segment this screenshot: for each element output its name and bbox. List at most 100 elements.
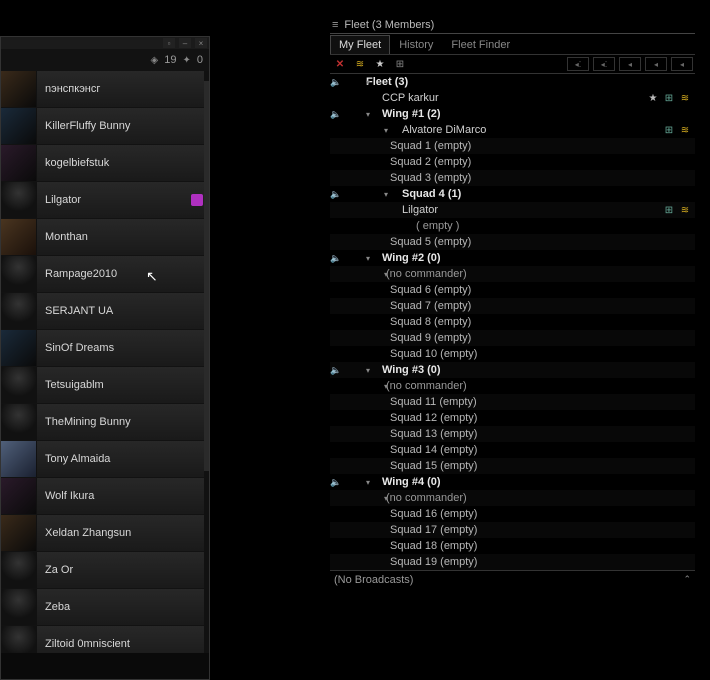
speaker-icon[interactable]: 🔈 — [330, 253, 341, 264]
minimize-icon[interactable]: – — [179, 38, 191, 48]
hierarchy-row[interactable]: Squad 7 (empty) — [330, 298, 695, 314]
plus-icon[interactable]: ⊞ — [663, 124, 675, 136]
chev-icon[interactable]: ≋ — [679, 92, 691, 104]
expand-icon[interactable]: ⌃ — [683, 574, 691, 585]
hierarchy-row[interactable]: 🔈▾Wing #3 (0) — [330, 362, 695, 378]
member-row[interactable]: TheMining Bunny — [1, 404, 209, 440]
member-row[interactable]: SinOf Dreams — [1, 330, 209, 366]
member-row[interactable]: nэнспкэнсг — [1, 71, 209, 107]
hierarchy-row[interactable]: Squad 13 (empty) — [330, 426, 695, 442]
member-row[interactable]: Za Or — [1, 552, 209, 588]
hierarchy-row[interactable]: ▾(no commander) — [330, 490, 695, 506]
hierarchy-row[interactable]: ▾(no commander) — [330, 378, 695, 394]
hierarchy-label: (no commander) — [386, 268, 467, 280]
hierarchy-row[interactable]: ▾(no commander) — [330, 266, 695, 282]
speaker-icon[interactable]: 🔈 — [330, 77, 341, 88]
member-row[interactable]: Lilgator — [1, 182, 209, 218]
hierarchy-row[interactable]: Squad 12 (empty) — [330, 410, 695, 426]
star-icon[interactable]: ★ — [647, 92, 659, 104]
hierarchy-row[interactable]: 🔈▾Wing #2 (0) — [330, 250, 695, 266]
chev-icon[interactable]: ≋ — [679, 204, 691, 216]
hierarchy-row[interactable]: 🔈 ▾ Squad 4 (1) — [330, 186, 695, 202]
hierarchy-label: (no commander) — [386, 380, 467, 392]
hierarchy-row[interactable]: Squad 1 (empty) — [330, 138, 695, 154]
speaker-icon[interactable]: 🔈 — [330, 189, 341, 200]
member-row[interactable]: Xeldan Zhangsun — [1, 515, 209, 551]
hierarchy-row[interactable]: Squad 17 (empty) — [330, 522, 695, 538]
hierarchy-row[interactable]: CCP karkur★⊞≋ — [330, 90, 695, 106]
hierarchy-row[interactable]: Squad 5 (empty) — [330, 234, 695, 250]
member-row[interactable]: Tony Almaida — [1, 441, 209, 477]
member-row[interactable]: Rampage2010 — [1, 256, 209, 292]
member-row[interactable]: kogelbiefstuk — [1, 145, 209, 181]
collapse-caret-icon[interactable]: ▾ — [384, 126, 388, 135]
hierarchy-label: Squad 1 (empty) — [390, 140, 471, 152]
member-row[interactable]: Ziltoid 0mniscient — [1, 626, 209, 653]
speaker-icon[interactable]: 🔈 — [330, 477, 341, 488]
hierarchy-row[interactable]: ( empty ) — [330, 218, 695, 234]
speaker-icon[interactable]: 🔈 — [330, 365, 341, 376]
member-row[interactable]: Tetsuigablm — [1, 367, 209, 403]
add-button[interactable]: ⊞ — [392, 57, 408, 71]
member-row[interactable]: Monthan — [1, 219, 209, 255]
hierarchy-row[interactable]: Squad 8 (empty) — [330, 314, 695, 330]
tab-fleet-finder[interactable]: Fleet Finder — [442, 35, 519, 54]
plus-icon[interactable]: ⊞ — [663, 92, 675, 104]
member-row[interactable]: SERJANT UA — [1, 293, 209, 329]
hierarchy-label: Squad 12 (empty) — [390, 412, 477, 424]
collapse-caret-icon[interactable]: ▾ — [384, 494, 388, 503]
hierarchy-row[interactable]: Squad 18 (empty) — [330, 538, 695, 554]
hierarchy-row[interactable]: Squad 16 (empty) — [330, 506, 695, 522]
menu-icon[interactable]: ≡ — [332, 19, 338, 31]
scrollbar-thumb[interactable] — [204, 81, 209, 471]
leave-fleet-button[interactable]: ✕ — [332, 57, 348, 71]
scrollbar[interactable] — [204, 71, 209, 653]
member-name: nэнспкэнсг — [37, 83, 100, 95]
audio-button-3[interactable]: ◂ — [619, 57, 641, 71]
regroup-button[interactable]: ≋ — [352, 57, 368, 71]
collapse-caret-icon[interactable]: ▾ — [384, 270, 388, 279]
hierarchy-row[interactable]: Squad 6 (empty) — [330, 282, 695, 298]
collapse-caret-icon[interactable]: ▾ — [384, 190, 388, 199]
audio-button-2[interactable]: ◂⁚ — [593, 57, 615, 71]
hierarchy-row[interactable]: Squad 14 (empty) — [330, 442, 695, 458]
hierarchy-label: Squad 4 (1) — [402, 188, 461, 200]
hierarchy-row[interactable]: Lilgator⊞≋ — [330, 202, 695, 218]
broadcasts-label: (No Broadcasts) — [334, 574, 413, 586]
hierarchy-row[interactable]: Squad 3 (empty) — [330, 170, 695, 186]
audio-button-1[interactable]: ◂⁚ — [567, 57, 589, 71]
hierarchy-row[interactable]: Squad 19 (empty) — [330, 554, 695, 570]
audio-button-4[interactable]: ◂ — [645, 57, 667, 71]
member-row[interactable]: Zeba — [1, 589, 209, 625]
speaker-icon[interactable]: 🔈 — [330, 109, 341, 120]
settings-icon[interactable]: ▫ — [163, 38, 175, 48]
hierarchy-row[interactable]: 🔈▾Wing #1 (2) — [330, 106, 695, 122]
collapse-caret-icon[interactable]: ▾ — [366, 254, 370, 263]
hierarchy-row[interactable]: 🔈▾Fleet (3) — [330, 74, 695, 90]
hierarchy-row[interactable]: Squad 9 (empty) — [330, 330, 695, 346]
hierarchy-row[interactable]: Squad 15 (empty) — [330, 458, 695, 474]
close-icon[interactable]: × — [195, 38, 207, 48]
collapse-caret-icon[interactable]: ▾ — [366, 110, 370, 119]
broadcasts-bar[interactable]: (No Broadcasts) ⌃ — [330, 570, 695, 588]
plus-icon[interactable]: ⊞ — [663, 204, 675, 216]
portrait-icon — [1, 71, 37, 107]
audio-button-5[interactable]: ◂ — [671, 57, 693, 71]
tab-history[interactable]: History — [390, 35, 442, 54]
hierarchy-row[interactable]: 🔈▾Wing #4 (0) — [330, 474, 695, 490]
collapse-caret-icon[interactable]: ▾ — [366, 78, 370, 87]
member-row[interactable]: Wolf Ikura — [1, 478, 209, 514]
chev-icon[interactable]: ≋ — [679, 124, 691, 136]
fleet-title-bar[interactable]: ≡ Fleet (3 Members) — [330, 16, 695, 34]
portrait-icon — [1, 108, 37, 144]
hierarchy-row[interactable]: Squad 2 (empty) — [330, 154, 695, 170]
tab-my-fleet[interactable]: My Fleet — [330, 35, 390, 54]
hierarchy-row[interactable]: Squad 11 (empty) — [330, 394, 695, 410]
collapse-caret-icon[interactable]: ▾ — [384, 382, 388, 391]
collapse-caret-icon[interactable]: ▾ — [366, 478, 370, 487]
collapse-caret-icon[interactable]: ▾ — [366, 366, 370, 375]
hierarchy-row[interactable]: ▾Alvatore DiMarco⊞≋ — [330, 122, 695, 138]
favorite-button[interactable]: ★ — [372, 57, 388, 71]
member-row[interactable]: KillerFluffy Bunny — [1, 108, 209, 144]
hierarchy-row[interactable]: Squad 10 (empty) — [330, 346, 695, 362]
